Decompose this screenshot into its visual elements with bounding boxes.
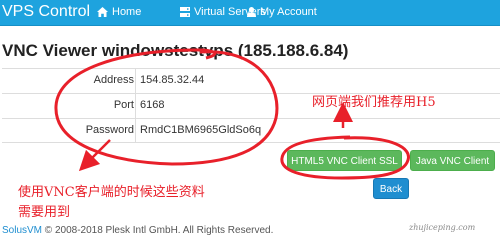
nav-home-label: Home (112, 6, 142, 19)
password-value: RmdC1BM6965GldSo6q (140, 124, 262, 136)
footer: SolusVM © 2008-2018 Plesk Intl GmbH. All… (2, 225, 273, 236)
address-label: Address (93, 74, 134, 86)
html5-vnc-client-ssl-button[interactable]: HTML5 VNC Client SSL (287, 150, 402, 171)
user-icon (247, 7, 256, 18)
nav-my-account[interactable]: My Account (247, 0, 317, 26)
details-arrow (78, 139, 111, 172)
port-value: 6168 (140, 99, 165, 111)
home-icon (97, 7, 108, 18)
solusvm-link[interactable]: SolusVM (2, 225, 42, 236)
watermark: zhujiceping.com (409, 223, 476, 232)
server-icon (180, 7, 190, 18)
column-divider (135, 94, 136, 118)
table-row: Address 154.85.32.44 (2, 68, 500, 93)
page-title: VNC Viewer windowstestvps (185.188.6.84) (2, 41, 349, 60)
brand-title[interactable]: VPS Control (2, 3, 90, 21)
top-navbar: VPS Control Home Virtual Servers My Acco… (0, 0, 500, 26)
password-label: Password (85, 124, 134, 136)
back-button[interactable]: Back (373, 178, 409, 199)
column-divider (135, 69, 136, 93)
column-divider (135, 119, 136, 143)
java-vnc-client-button[interactable]: Java VNC Client (410, 150, 495, 171)
vnc-client-note-line2: 需要用到 (18, 205, 71, 220)
h5-recommendation-note: 网页端我们推荐用H5 (312, 95, 436, 110)
copyright-text: © 2008-2018 Plesk Intl GmbH. All Rights … (44, 225, 274, 236)
table-row: Password RmdC1BM6965GldSo6q (2, 118, 500, 143)
address-value: 154.85.32.44 (140, 74, 205, 86)
nav-home[interactable]: Home (97, 0, 141, 26)
nav-my-account-label: My Account (260, 6, 317, 19)
port-label: Port (113, 99, 134, 111)
vnc-client-note-line1: 使用VNC客户端的时候这些资料 (18, 185, 205, 200)
